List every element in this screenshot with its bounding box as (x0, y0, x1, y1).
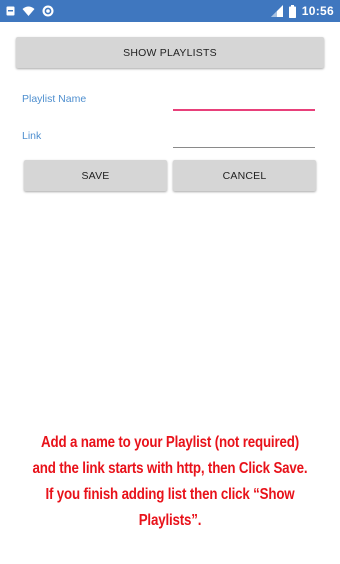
status-bar: 10:56 (0, 0, 340, 22)
cancel-button[interactable]: Cancel (173, 160, 316, 191)
status-right-icons: 10:56 (270, 4, 334, 18)
save-button[interactable]: Save (24, 160, 167, 191)
instructions-text: Add a name to your Playlist (not require… (32, 434, 308, 529)
playlist-name-label: Playlist Name (22, 93, 87, 105)
notification-icon (6, 6, 15, 16)
playlist-name-input[interactable] (173, 93, 315, 111)
signal-icon (270, 5, 283, 17)
status-left-icons (6, 5, 54, 17)
link-label: Link (22, 130, 42, 142)
clock: 10:56 (301, 4, 334, 18)
wifi-icon (22, 6, 35, 17)
battery-icon (288, 4, 296, 18)
sync-icon (42, 5, 54, 17)
show-playlists-button[interactable]: Show Playlists (16, 37, 324, 68)
link-input[interactable] (173, 130, 315, 148)
